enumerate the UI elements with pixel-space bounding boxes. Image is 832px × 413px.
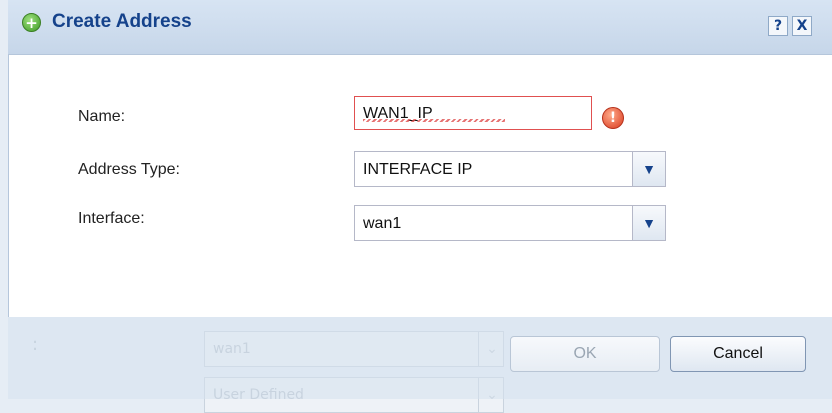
interface-select[interactable]: wan1 ▼ bbox=[354, 205, 666, 241]
address-type-value: INTERFACE IP bbox=[363, 161, 473, 178]
error-icon[interactable]: ! bbox=[602, 107, 624, 129]
dialog-title: Create Address bbox=[52, 11, 192, 32]
create-address-dialog: + Create Address ? X Name: WAN1_IP ! Add… bbox=[8, 0, 832, 399]
close-button[interactable]: X bbox=[792, 16, 812, 36]
address-type-select[interactable]: INTERFACE IP ▼ bbox=[354, 151, 666, 187]
name-input[interactable]: WAN1_IP bbox=[354, 96, 592, 130]
interface-value: wan1 bbox=[363, 215, 402, 232]
interface-label: Interface: bbox=[78, 210, 145, 227]
name-label: Name: bbox=[78, 108, 126, 125]
address-type-label: Address Type: bbox=[78, 161, 180, 178]
chevron-down-icon[interactable]: ▼ bbox=[632, 152, 665, 186]
add-circle-icon: + bbox=[22, 13, 41, 32]
cancel-button[interactable]: Cancel bbox=[670, 336, 806, 372]
dialog-titlebar[interactable]: + Create Address ? X bbox=[8, 0, 832, 55]
help-button[interactable]: ? bbox=[768, 16, 788, 36]
ok-button[interactable]: OK bbox=[510, 336, 660, 372]
chevron-down-icon[interactable]: ▼ bbox=[632, 206, 665, 240]
spellcheck-underline bbox=[363, 119, 505, 122]
